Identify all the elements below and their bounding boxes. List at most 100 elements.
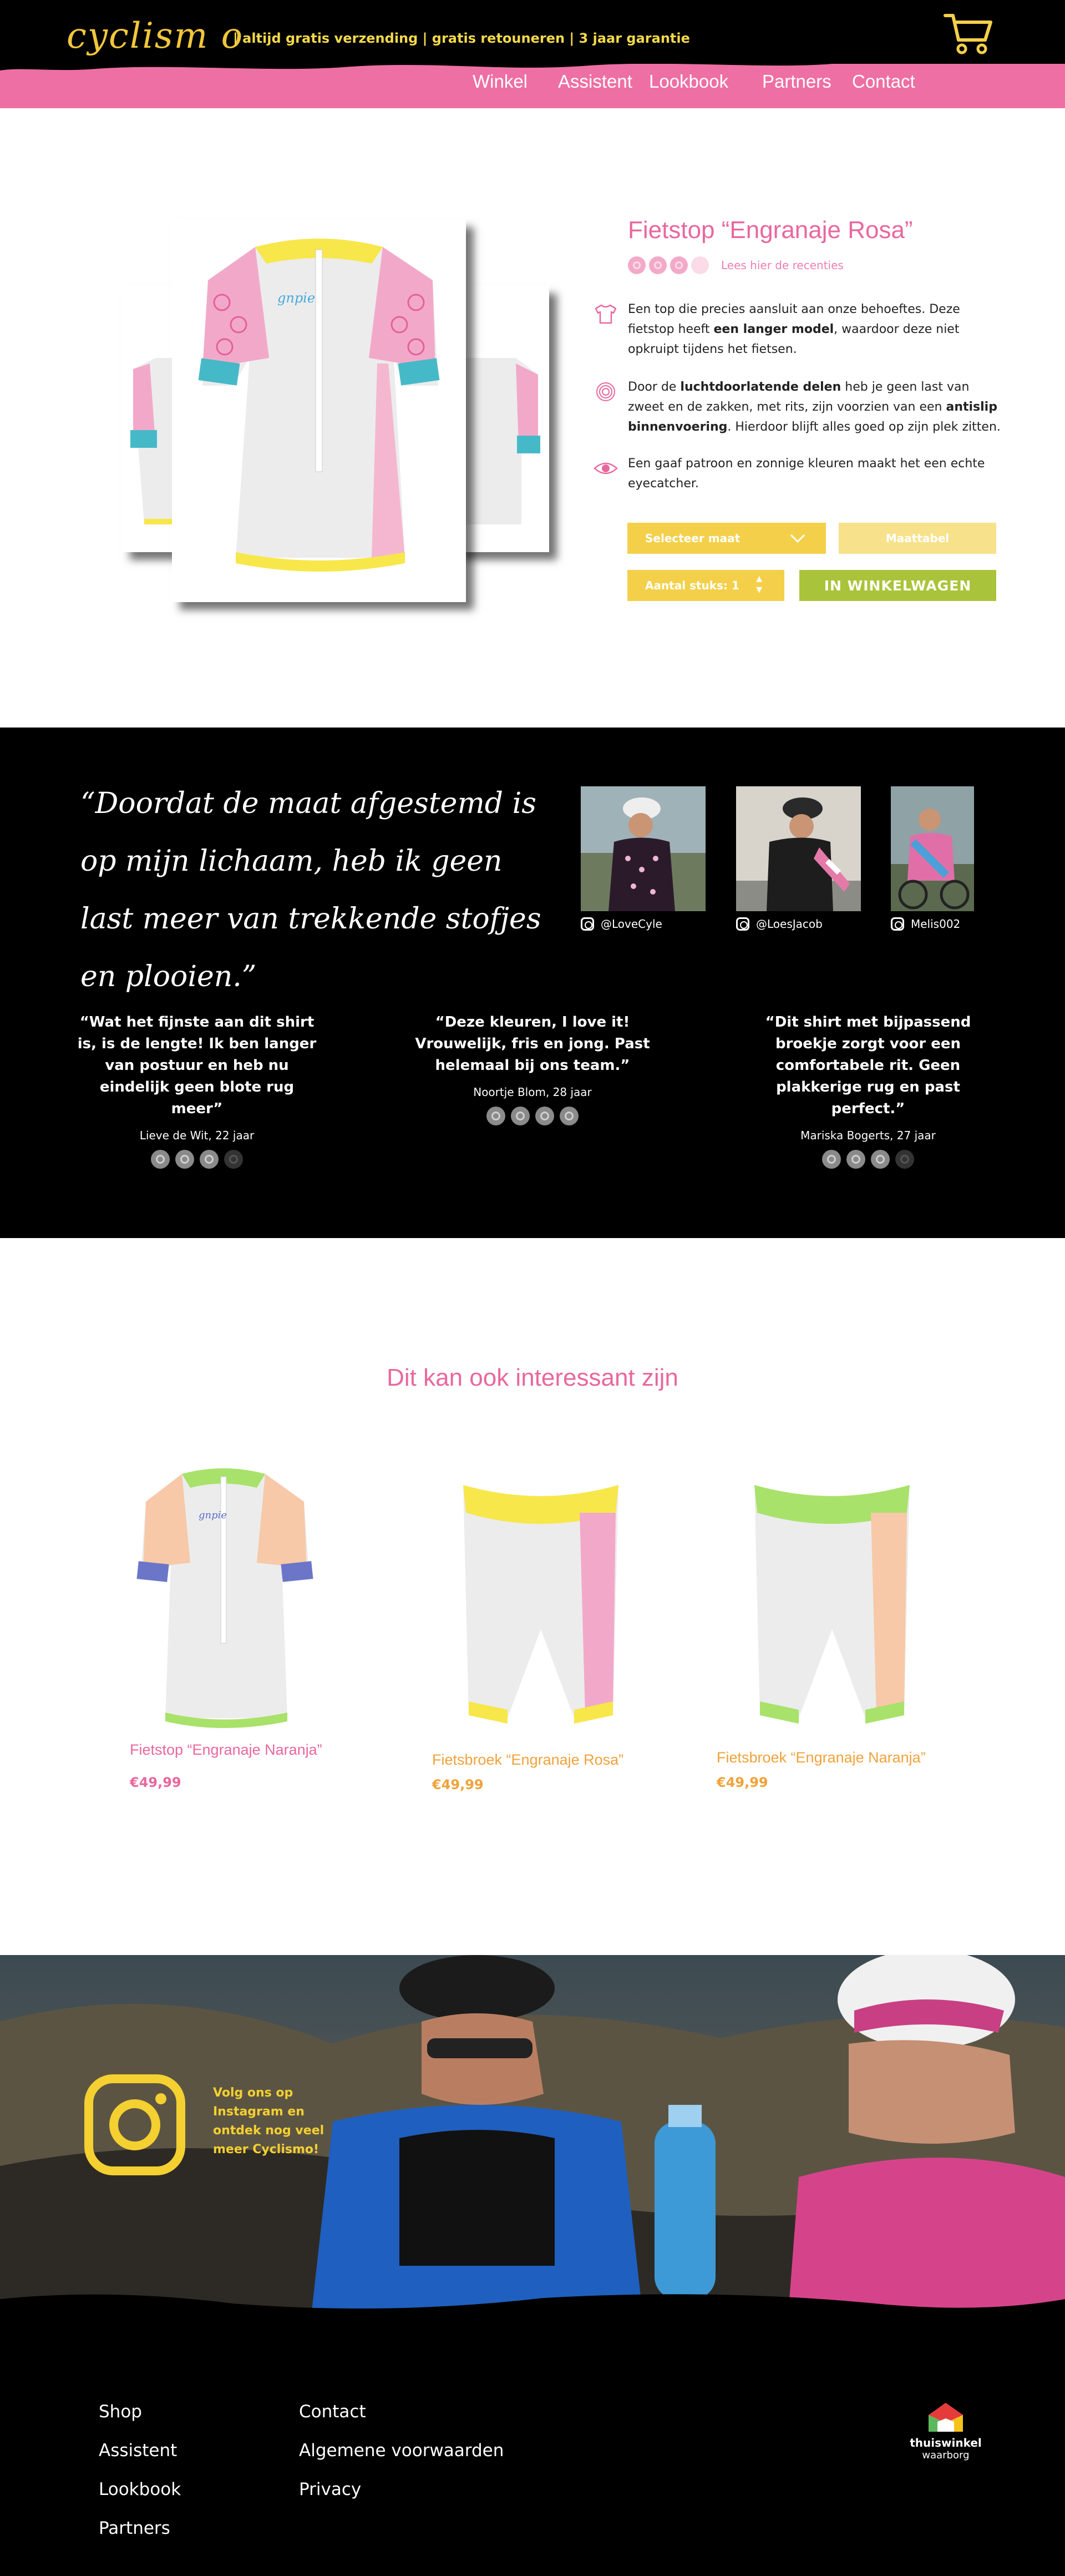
instagram-banner: Volg ons op Instagram en ontdek nog veel… [0,1955,1065,2321]
nav-assistent[interactable]: Assistent [558,71,632,92]
product-rating: Lees hier de recenties [628,256,844,274]
handle-text-3: Melis002 [911,917,961,931]
instagram-icon [891,917,904,931]
shorts-naranja-image [754,1485,910,1724]
cyclist-photo-2 [736,786,861,911]
gallery-card-main[interactable]: gnpie [172,219,466,602]
rating-dot [846,1150,865,1169]
cyclist-photo-3 [891,786,974,911]
related-product-name-1[interactable]: Fietstop “Engranaje Naranja” [130,1741,322,1759]
review-card-3: “Dit shirt met bijpassend broekje zorgt … [746,1012,990,1169]
add-to-cart-button[interactable]: IN WINKELWAGEN [799,570,996,601]
review-rating [75,1150,319,1169]
featured-quote: “Doordat de maat afgestemd is op mijn li… [80,787,541,993]
cart-icon[interactable] [943,11,993,55]
feature-look: Een gaaf patroon en zonnige kleuren maak… [594,454,1004,494]
rating-dot [511,1107,530,1125]
quantity-up-icon[interactable]: ▲ [756,573,762,584]
instagram-icon [581,917,594,931]
shorts-rosa-image [463,1485,618,1724]
instagram-icon [736,917,749,931]
size-select[interactable]: Selecteer maat [627,523,826,554]
quantity-down-icon[interactable]: ▼ [756,584,762,595]
jersey-naranja-image: gnpie [136,1468,313,1728]
related-product-image-1[interactable]: gnpie [121,1463,326,1735]
feature-breathable: Door de luchtdoorlatende delen heb je ge… [594,377,1004,437]
footer-link-partners[interactable]: Partners [99,2518,170,2538]
handle-text-2: @LoesJacob [756,917,823,931]
review-text: “Dit shirt met bijpassend broekje zorgt … [765,1014,971,1117]
product-gallery[interactable]: gnpie [122,219,566,619]
related-product-price-2: €49,99 [432,1777,484,1792]
size-chart-button[interactable]: Maattabel [839,523,996,554]
rating-dot-empty [224,1150,243,1169]
review-rating [746,1150,990,1169]
jersey-front-image: gnpie [198,239,440,572]
related-product-name-2[interactable]: Fietsbroek “Engranaje Rosa” [432,1751,623,1769]
nav-partners[interactable]: Partners [762,71,831,92]
cyclist-photo-1 [581,786,706,911]
review-text: “Wat het fijnste aan dit shirt is, is de… [77,1014,317,1117]
header-tagline: | altijd gratis verzending | gratis reto… [233,31,690,46]
instagram-handle-2[interactable]: @LoesJacob [736,917,823,931]
review-rating [410,1107,655,1125]
site-header: cyclism o | altijd gratis verzending | g… [0,0,1065,108]
product-page: cyclism o | altijd gratis verzending | g… [0,0,1065,2576]
shirt-icon [595,304,617,324]
related-product-price-1: €49,99 [130,1775,181,1790]
reviews-link[interactable]: Lees hier de recenties [721,259,844,272]
badge-line-2: waarborg [922,2449,970,2461]
svg-text:gnpie: gnpie [199,1509,227,1521]
footer-link-lookbook[interactable]: Lookbook [99,2479,181,2499]
pattern-icon [596,382,615,401]
house-logo-icon [929,2403,963,2432]
quantity-arrows[interactable]: ▲ ▼ [756,573,762,595]
instagram-cta-text[interactable]: Volg ons op Instagram en ontdek nog veel… [213,2084,329,2159]
handle-text-1: @LoveCyle [601,917,662,931]
thuiswinkel-badge[interactable]: thuiswinkel waarborg [910,2401,982,2461]
related-product-price-3: €49,99 [717,1775,768,1790]
review-author: Noortje Blom, 28 jaar [473,1085,592,1099]
instagram-icon[interactable] [84,2074,185,2175]
rating-dot-1 [628,256,646,274]
rating-dot [871,1150,890,1169]
rating-dot-2 [649,256,667,274]
size-select-label: Selecteer maat [645,532,741,545]
chevron-down-icon [790,534,805,543]
testimonials-section: “Doordat de maat afgestemd is op mijn li… [0,728,1065,1238]
footer-link-privacy[interactable]: Privacy [299,2479,361,2499]
rating-dot [822,1150,841,1169]
rating-dot [175,1150,194,1169]
rating-dot-empty [895,1150,914,1169]
review-author: Lieve de Wit, 22 jaar [139,1129,255,1142]
instagram-photo-1[interactable] [581,786,706,911]
instagram-photo-3[interactable] [891,786,974,911]
rating-dot-4 [691,256,709,274]
feature-breathable-text: Door de [628,380,681,394]
site-logo[interactable]: cyclism o [67,16,244,57]
quantity-stepper[interactable]: Aantal stuks: 1 ▲ ▼ [627,570,784,601]
instagram-photo-2[interactable] [736,786,861,911]
nav-lookbook[interactable]: Lookbook [649,71,728,92]
gallery-card-right[interactable] [455,286,549,552]
site-footer: Shop Assistent Lookbook Partners Contact… [0,2321,1065,2576]
related-title: Dit kan ook interessant zijn [387,1364,678,1391]
footer-link-voorwaarden[interactable]: Algemene voorwaarden [299,2441,504,2461]
related-product-image-3[interactable] [721,1463,943,1735]
nav-contact[interactable]: Contact [852,71,915,92]
related-product-image-2[interactable] [430,1463,652,1735]
instagram-handle-1[interactable]: @LoveCyle [581,917,662,931]
rating-dot [200,1150,219,1169]
feature-fit-bold: een langer model [713,322,834,336]
badge-line-1: thuiswinkel [910,2436,982,2449]
footer-link-contact[interactable]: Contact [299,2402,366,2422]
review-text: “Deze kleuren, I love it! Vrouwelijk, fr… [415,1014,650,1074]
related-product-name-3[interactable]: Fietsbroek “Engranaje Naranja” [717,1749,926,1766]
instagram-handle-3[interactable]: Melis002 [891,917,960,931]
rating-dot [151,1150,170,1169]
footer-link-shop[interactable]: Shop [99,2402,142,2422]
svg-text:gnpie: gnpie [277,290,315,306]
footer-link-assistent[interactable]: Assistent [99,2441,177,2461]
review-author: Mariska Bogerts, 27 jaar [800,1129,936,1142]
nav-winkel[interactable]: Winkel [473,71,528,92]
